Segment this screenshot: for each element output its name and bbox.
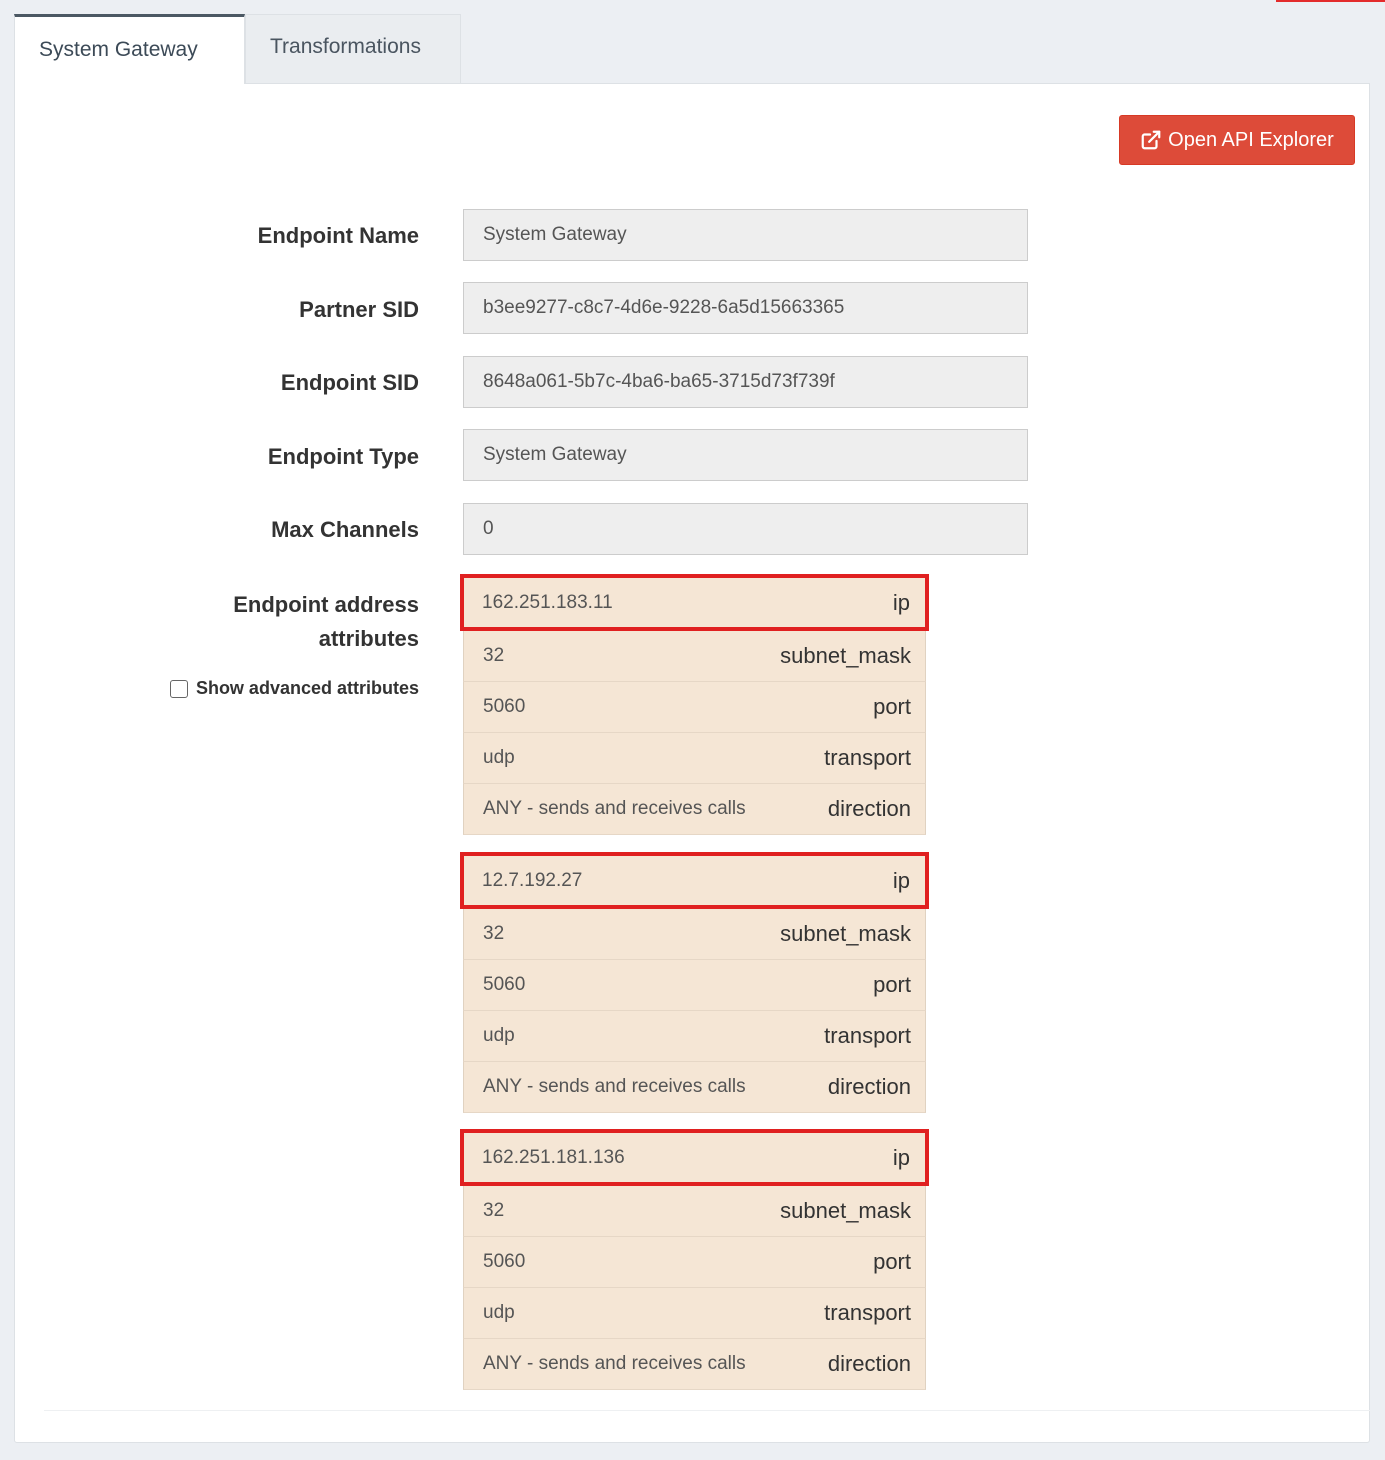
attr-row-transport[interactable]: udp transport xyxy=(463,1011,926,1062)
attr-value: udp xyxy=(483,1025,515,1046)
endpoint-type-label: Endpoint Type xyxy=(267,444,419,469)
address-group-3: 162.251.181.136 ip 32 subnet_mask 5060 p… xyxy=(460,1129,929,1390)
attr-key: subnet_mask xyxy=(780,1198,911,1223)
address-group-1: 162.251.183.11 ip 32 subnet_mask 5060 po… xyxy=(460,574,929,835)
attr-value: udp xyxy=(483,1302,515,1323)
attr-value: 12.7.192.27 xyxy=(482,869,583,891)
max-channels-label: Max Channels xyxy=(271,517,419,542)
attr-value: ANY - sends and receives calls xyxy=(483,1353,746,1374)
attr-value: 162.251.181.136 xyxy=(482,1146,625,1168)
attr-value: ANY - sends and receives calls xyxy=(483,1076,746,1097)
attr-key: direction xyxy=(827,1351,911,1376)
endpoint-address-label: Endpoint address attributes xyxy=(175,588,419,656)
top-accent-line xyxy=(1276,0,1385,2)
endpoint-name-field[interactable]: System Gateway xyxy=(463,209,1028,261)
open-api-explorer-button[interactable]: Open API Explorer xyxy=(1119,115,1355,165)
endpoint-type-field[interactable]: System Gateway xyxy=(463,429,1028,481)
attr-row-ip[interactable]: 12.7.192.27 ip xyxy=(460,852,929,909)
attr-value: 162.251.183.11 xyxy=(482,591,613,613)
attr-row-port[interactable]: 5060 port xyxy=(463,960,926,1011)
tab-system-gateway[interactable]: System Gateway xyxy=(14,14,245,84)
attr-value: 32 xyxy=(483,1200,505,1221)
external-link-icon xyxy=(1141,130,1161,150)
endpoint-address-label-line2: attributes xyxy=(318,626,419,651)
attr-key: transport xyxy=(824,745,911,770)
partner-sid-label: Partner SID xyxy=(299,297,419,322)
attr-row-ip[interactable]: 162.251.181.136 ip xyxy=(460,1129,929,1186)
endpoint-sid-label: Endpoint SID xyxy=(280,370,419,395)
attr-value: 32 xyxy=(483,645,505,666)
attr-key: port xyxy=(873,972,911,997)
attr-key: direction xyxy=(827,1074,911,1099)
attr-row-subnet-mask[interactable]: 32 subnet_mask xyxy=(463,631,926,682)
partner-sid-value: b3ee9277-c8c7-4d6e-9228-6a5d15663365 xyxy=(483,297,845,318)
attr-value: 5060 xyxy=(483,696,526,717)
endpoint-name-value: System Gateway xyxy=(483,224,627,245)
endpoint-name-label: Endpoint Name xyxy=(257,223,419,248)
tab-system-gateway-label: System Gateway xyxy=(39,37,198,61)
show-advanced-toggle[interactable]: Show advanced attributes xyxy=(167,678,419,699)
tab-panel: Open API Explorer Endpoint Name System G… xyxy=(14,83,1370,1443)
max-channels-value: 0 xyxy=(483,518,494,539)
endpoint-sid-field[interactable]: 8648a061-5b7c-4ba6-ba65-3715d73f739f xyxy=(463,356,1028,408)
open-api-explorer-label: Open API Explorer xyxy=(1168,128,1334,151)
attr-key: direction xyxy=(827,796,911,821)
attr-key: ip xyxy=(892,867,910,893)
attr-value: udp xyxy=(483,747,515,768)
attr-row-direction[interactable]: ANY - sends and receives calls direction xyxy=(463,784,926,835)
attr-row-subnet-mask[interactable]: 32 subnet_mask xyxy=(463,1186,926,1237)
tab-bar: System Gateway Transformations xyxy=(14,14,461,84)
attr-row-subnet-mask[interactable]: 32 subnet_mask xyxy=(463,909,926,960)
attr-row-direction[interactable]: ANY - sends and receives calls direction xyxy=(463,1062,926,1113)
address-group-2: 12.7.192.27 ip 32 subnet_mask 5060 port … xyxy=(460,852,929,1113)
attr-key: ip xyxy=(892,1144,910,1170)
attr-row-ip[interactable]: 162.251.183.11 ip xyxy=(460,574,929,631)
tab-transformations[interactable]: Transformations xyxy=(245,14,461,83)
attr-value: 32 xyxy=(483,923,505,944)
attr-value: ANY - sends and receives calls xyxy=(483,798,746,819)
endpoint-type-value: System Gateway xyxy=(483,444,627,465)
attr-value: 5060 xyxy=(483,1251,526,1272)
partner-sid-field[interactable]: b3ee9277-c8c7-4d6e-9228-6a5d15663365 xyxy=(463,282,1028,334)
attr-row-direction[interactable]: ANY - sends and receives calls direction xyxy=(463,1339,926,1390)
show-advanced-checkbox[interactable] xyxy=(169,679,188,698)
attr-key: subnet_mask xyxy=(780,643,911,668)
attr-value: 5060 xyxy=(483,974,526,995)
attr-key: ip xyxy=(892,589,910,615)
attr-key: port xyxy=(873,1249,911,1274)
footer-divider xyxy=(44,1410,1370,1411)
attr-row-transport[interactable]: udp transport xyxy=(463,733,926,784)
tab-transformations-label: Transformations xyxy=(270,35,421,58)
max-channels-field[interactable]: 0 xyxy=(463,503,1028,555)
endpoint-address-label-line1: Endpoint address xyxy=(233,592,419,617)
attr-row-transport[interactable]: udp transport xyxy=(463,1288,926,1339)
attr-row-port[interactable]: 5060 port xyxy=(463,1237,926,1288)
attr-key: port xyxy=(873,694,911,719)
endpoint-sid-value: 8648a061-5b7c-4ba6-ba65-3715d73f739f xyxy=(483,371,835,392)
show-advanced-label: Show advanced attributes xyxy=(195,678,419,698)
attr-key: transport xyxy=(824,1300,911,1325)
attr-key: subnet_mask xyxy=(780,921,911,946)
attr-key: transport xyxy=(824,1023,911,1048)
attr-row-port[interactable]: 5060 port xyxy=(463,682,926,733)
